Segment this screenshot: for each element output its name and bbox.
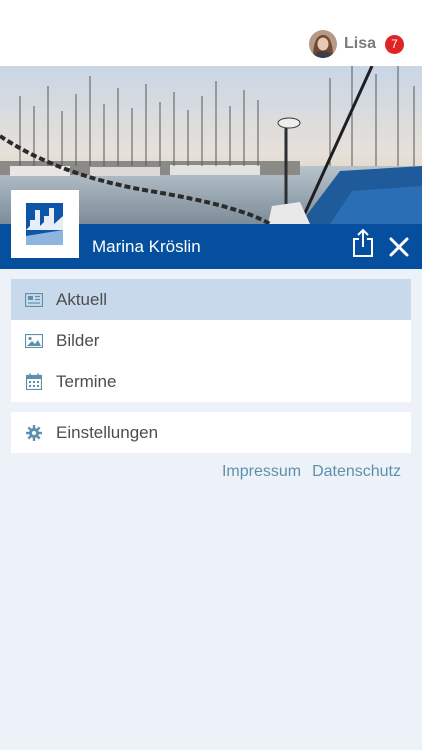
notification-badge[interactable]: 7 [385,34,404,54]
club-logo [11,190,79,258]
footer-links: Impressum Datenschutz [211,463,401,481]
calendar-icon [25,373,43,391]
main-menu: Aktuell Bilder Termine [11,279,411,402]
share-button[interactable] [350,228,376,258]
image-icon [25,332,43,350]
menu-item-label: Einstellungen [56,422,159,442]
gear-icon [25,424,43,442]
impressum-link[interactable]: Impressum [222,463,301,481]
menu-item-termine[interactable]: Termine [11,361,411,402]
menu-item-label: Aktuell [56,289,108,309]
menu-item-label: Termine [56,371,117,391]
datenschutz-link[interactable]: Datenschutz [312,463,401,481]
menu-item-einstellungen[interactable]: Einstellungen [11,412,411,453]
share-icon [353,228,373,257]
close-button[interactable] [387,235,411,259]
menu-item-bilder[interactable]: Bilder [11,320,411,361]
user-menu[interactable]: Lisa 7 [308,30,404,58]
top-bar: Lisa 7 [0,0,422,66]
menu-item-aktuell[interactable]: Aktuell [11,279,411,320]
user-name[interactable]: Lisa [344,35,376,53]
settings-menu: Einstellungen [11,412,411,453]
newspaper-icon [25,291,43,309]
close-icon [389,237,409,257]
menu-item-label: Bilder [56,330,100,350]
avatar[interactable] [308,30,337,58]
club-title: Marina Kröslin [92,237,201,256]
